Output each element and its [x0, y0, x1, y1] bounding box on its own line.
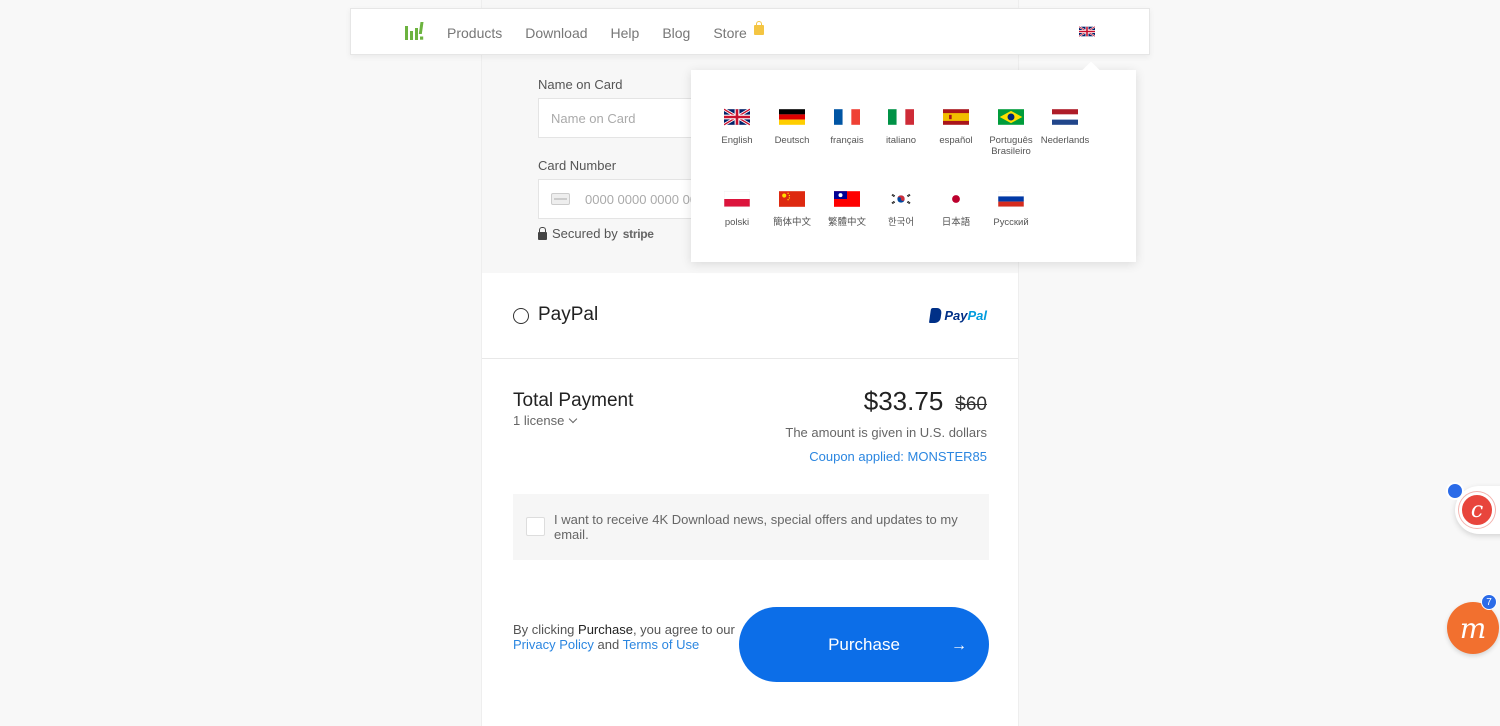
- purchase-button[interactable]: Purchase →: [739, 607, 989, 682]
- flag-fr-icon: [834, 109, 860, 125]
- language-option-russian[interactable]: Русский: [981, 190, 1041, 228]
- language-option-korean[interactable]: 한국어: [871, 190, 931, 228]
- nav-store-item[interactable]: Store: [713, 20, 764, 41]
- top-navigation: Products Download Help Blog Store: [350, 8, 1150, 55]
- language-option-nederlands[interactable]: Nederlands: [1035, 108, 1095, 146]
- arrow-right-icon: →: [951, 637, 967, 654]
- credit-card-icon: [551, 193, 570, 205]
- paypal-logo-pal: Pal: [967, 308, 987, 323]
- flag-uk-icon: [724, 108, 750, 126]
- paypal-icon: [929, 308, 943, 323]
- flag-pl-icon: [724, 190, 750, 208]
- total-payment-title: Total Payment: [513, 390, 634, 411]
- name-on-card-placeholder: Name on Card: [551, 110, 636, 126]
- secured-by-label: Secured by: [552, 226, 618, 241]
- lock-icon: [538, 226, 547, 240]
- language-option-japanese[interactable]: 日本語: [926, 190, 986, 228]
- currency-note: The amount is given in U.S. dollars: [785, 425, 987, 440]
- language-label: italiano: [885, 135, 917, 146]
- floating-c-widget[interactable]: c: [1446, 482, 1500, 534]
- newsletter-checkbox[interactable]: [526, 517, 545, 536]
- flag-it-icon: [888, 109, 914, 125]
- stripe-logo: stripe: [622, 226, 654, 241]
- language-option-simplified-chinese[interactable]: 簡体中文: [762, 190, 822, 228]
- flag-de-icon: [779, 109, 805, 125]
- language-option-traditional-chinese[interactable]: 繁體中文: [817, 190, 877, 228]
- paypal-logo-pay: Pay: [944, 308, 968, 323]
- flag-cn-icon: [779, 191, 805, 207]
- agree-and: and: [593, 637, 623, 652]
- privacy-policy-link[interactable]: Privacy Policy: [513, 637, 594, 652]
- language-option-portugues-brasileiro[interactable]: Português Brasileiro: [981, 108, 1041, 157]
- paypal-logo: Pay Pal: [929, 308, 987, 323]
- notification-badge: 7: [1481, 594, 1497, 610]
- nav-blog[interactable]: Blog: [662, 25, 690, 41]
- newsletter-optin: I want to receive 4K Download news, spec…: [513, 494, 989, 560]
- language-option-polski[interactable]: polski: [707, 190, 767, 228]
- nav-help[interactable]: Help: [611, 25, 640, 41]
- name-on-card-label: Name on Card: [538, 77, 623, 92]
- nav-menu: Products Download Help Blog Store: [447, 9, 764, 56]
- language-label: 日本語: [941, 217, 971, 228]
- language-label: English: [721, 135, 753, 146]
- secured-by-stripe: Secured by stripe: [538, 226, 654, 241]
- flag-ru-icon: [998, 190, 1024, 208]
- language-option-english[interactable]: English: [707, 108, 767, 146]
- language-option-deutsch[interactable]: Deutsch: [762, 108, 822, 146]
- flag-jp-icon: [943, 191, 969, 207]
- flag-es-icon: [943, 109, 969, 125]
- notification-dot-icon: [1446, 482, 1464, 500]
- flag-tw-icon: [834, 191, 860, 207]
- language-label: polski: [724, 217, 750, 228]
- language-option-francais[interactable]: français: [817, 108, 877, 146]
- language-label: 繁體中文: [827, 217, 866, 228]
- agree-middle: , you agree to our: [632, 622, 735, 637]
- terms-agreement: By clicking Purchase, you agree to our P…: [513, 622, 738, 652]
- card-number-placeholder: 0000 0000 0000 00: [585, 191, 698, 207]
- agree-prefix: By clicking: [513, 622, 579, 637]
- language-label: 簡体中文: [772, 217, 811, 228]
- terms-of-use-link[interactable]: Terms of Use: [623, 637, 700, 652]
- paypal-label: PayPal: [538, 304, 599, 325]
- license-label: 1 license: [513, 413, 565, 428]
- language-dropdown: English Deutsch français italiano españo…: [691, 70, 1136, 262]
- language-label: Nederlands: [1040, 135, 1090, 146]
- language-switcher-flag-uk-icon[interactable]: [1079, 26, 1095, 37]
- language-option-espanol[interactable]: español: [926, 108, 986, 146]
- card-number-label: Card Number: [538, 158, 617, 173]
- nav-download[interactable]: Download: [525, 25, 587, 41]
- language-label: 한국어: [887, 217, 915, 228]
- language-label: Português Brasileiro: [989, 135, 1033, 157]
- flag-kr-icon: [888, 191, 914, 207]
- nav-store: Store: [713, 24, 747, 41]
- language-label: Deutsch: [774, 135, 810, 146]
- language-option-italiano[interactable]: italiano: [871, 108, 931, 146]
- language-label: français: [830, 135, 864, 146]
- discounted-price: $33.75: [863, 386, 944, 416]
- nav-products[interactable]: Products: [447, 25, 502, 41]
- 4k-download-logo-icon[interactable]: [404, 22, 426, 40]
- paypal-option[interactable]: PayPal Pay Pal: [482, 273, 1018, 359]
- newsletter-text: I want to receive 4K Download news, spec…: [554, 512, 958, 542]
- flag-nl-icon: [1052, 109, 1078, 125]
- language-label: Русский: [993, 217, 1029, 228]
- original-price: $60: [955, 394, 987, 415]
- coupon-applied[interactable]: Coupon applied: MONSTER85: [809, 449, 987, 464]
- purchase-button-label: Purchase: [828, 634, 900, 654]
- c-logo-icon: c: [1459, 492, 1495, 528]
- m-logo-icon: m: [1459, 611, 1487, 645]
- chevron-down-icon: [569, 414, 578, 424]
- shopping-bag-icon: [753, 20, 764, 35]
- language-label: español: [939, 135, 973, 146]
- agree-purchase-word: Purchase: [578, 622, 633, 637]
- floating-m-widget[interactable]: m 7: [1447, 594, 1499, 654]
- license-selector[interactable]: 1 license: [513, 413, 578, 428]
- paypal-radio[interactable]: [513, 308, 529, 324]
- price: $33.75 $60: [864, 386, 987, 417]
- flag-br-icon: [998, 109, 1024, 125]
